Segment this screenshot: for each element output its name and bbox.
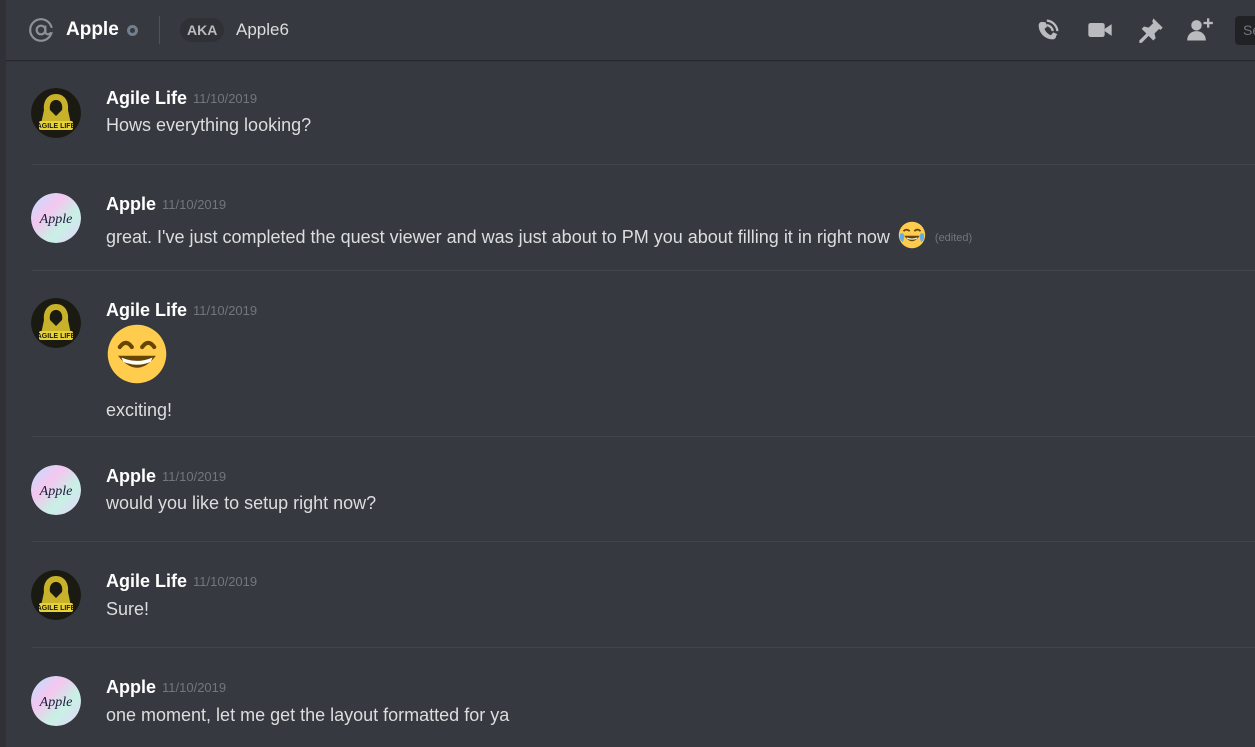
message-content: exciting! (106, 400, 173, 420)
avatar-text: Apple (39, 484, 73, 499)
message-content: great. I've just completed the quest vie… (106, 221, 972, 249)
message-header: Apple 11/10/2019 (106, 193, 226, 216)
avatar-text: AGILE LIFE (37, 123, 76, 130)
message-divider (32, 436, 1255, 437)
start-voice-call-icon[interactable] (1034, 16, 1062, 44)
aka-badge: AKA (180, 18, 225, 42)
avatar-text: Apple (39, 695, 73, 710)
edited-label: (edited) (934, 232, 973, 244)
apple-avatar[interactable]: Apple (31, 676, 81, 726)
username[interactable]: Apple (106, 466, 156, 486)
message-header: Apple 11/10/2019 (106, 676, 226, 699)
pinned-messages-icon[interactable] (1137, 16, 1165, 44)
add-friend-icon[interactable] (1186, 16, 1214, 44)
message-list: AGILE LIFE Agile Life 11/10/2019 Hows eve… (0, 61, 1255, 747)
agile-life-avatar[interactable]: AGILE LIFE (31, 298, 81, 348)
message-header: Apple 11/10/2019 (106, 465, 226, 488)
joy-emoji[interactable] (898, 221, 926, 249)
timestamp: 11/10/2019 (162, 197, 227, 212)
at-icon (29, 18, 53, 42)
apple-avatar[interactable]: Apple (31, 465, 81, 515)
message-content: Sure! (106, 599, 150, 619)
timestamp: 11/10/2019 (193, 91, 258, 106)
timestamp: 11/10/2019 (162, 469, 227, 484)
timestamp: 11/10/2019 (193, 303, 258, 318)
header-divider (159, 16, 160, 44)
timestamp: 11/10/2019 (162, 680, 227, 695)
channel-header: Apple AKA Apple6 Search (6, 0, 1255, 60)
message-content: one moment, let me get the layout format… (106, 705, 510, 725)
message-content: would you like to setup right now? (106, 493, 377, 513)
offline-status-indicator (127, 25, 138, 36)
agile-life-avatar[interactable]: AGILE LIFE (31, 570, 81, 620)
avatar-text: AGILE LIFE (37, 605, 76, 612)
message-text: great. I've just completed the quest vie… (106, 227, 890, 247)
message-header: Agile Life 11/10/2019 (106, 570, 257, 593)
username[interactable]: Agile Life (106, 571, 187, 591)
dm-window: Apple AKA Apple6 Search (0, 0, 1255, 747)
username[interactable]: Apple (106, 194, 156, 214)
avatar-text: Apple (39, 212, 73, 227)
message-divider (32, 270, 1255, 271)
timestamp: 11/10/2019 (193, 574, 258, 589)
avatar-text: AGILE LIFE (37, 333, 76, 340)
channel-name: Apple (66, 19, 119, 40)
agile-life-avatar[interactable]: AGILE LIFE (31, 88, 81, 138)
message-divider (32, 541, 1255, 542)
username[interactable]: Agile Life (106, 300, 187, 320)
username[interactable]: Apple (106, 677, 156, 697)
message-divider (32, 647, 1255, 648)
apple-avatar[interactable]: Apple (31, 193, 81, 243)
message-content: Hows everything looking? (106, 115, 312, 135)
aka-name: Apple6 (236, 20, 289, 39)
message-divider (32, 164, 1255, 165)
search-input[interactable]: Search (1235, 16, 1255, 45)
start-video-call-icon[interactable] (1086, 16, 1114, 44)
username[interactable]: Agile Life (106, 88, 187, 108)
smile-emoji[interactable] (106, 323, 168, 385)
message-header: Agile Life 11/10/2019 (106, 299, 257, 322)
message-header: Agile Life 11/10/2019 (106, 87, 257, 110)
